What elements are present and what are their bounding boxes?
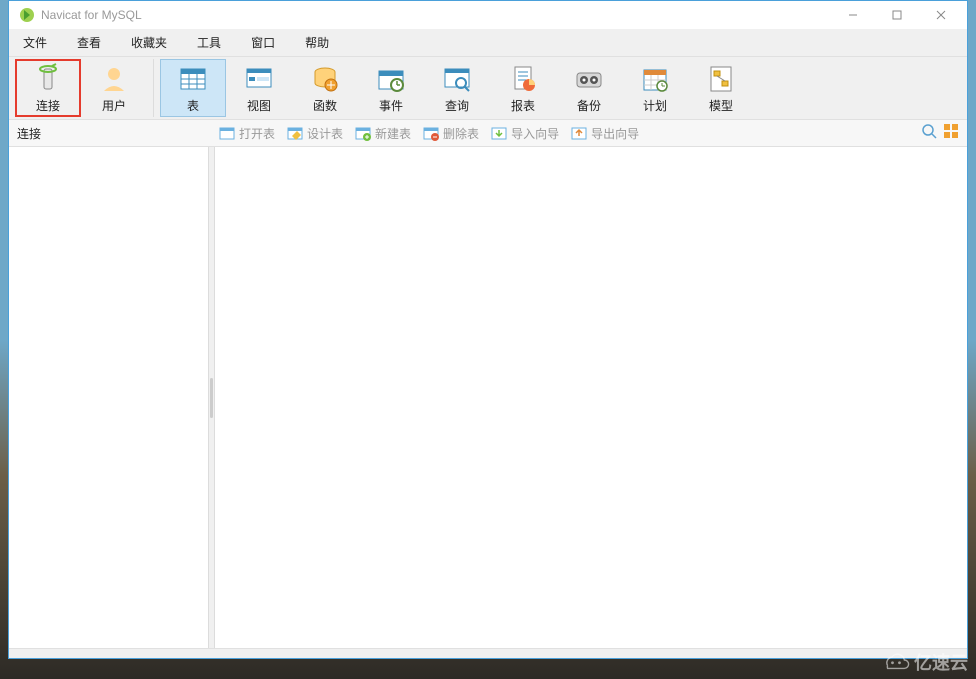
- event-button[interactable]: 事件: [358, 59, 424, 117]
- connection-tree[interactable]: [9, 147, 209, 648]
- app-window: Navicat for MySQL 文件 查看 收藏夹 工具 窗口 帮助 连接: [8, 0, 968, 659]
- import-wizard-action[interactable]: 导入向导: [487, 123, 563, 144]
- view-label: 视图: [247, 97, 271, 114]
- object-list[interactable]: [215, 147, 967, 648]
- new-table-action[interactable]: 新建表: [351, 123, 415, 144]
- export-icon: [571, 125, 587, 141]
- search-icon[interactable]: [921, 123, 937, 144]
- grid-view-icon[interactable]: [943, 123, 959, 144]
- user-button[interactable]: 用户: [81, 59, 147, 117]
- new-table-icon: [355, 125, 371, 141]
- tool-group-connection: 连接 用户: [9, 59, 154, 117]
- sub-left-label: 连接: [9, 125, 209, 142]
- window-controls: [831, 1, 963, 29]
- import-wizard-label: 导入向导: [511, 125, 559, 142]
- splitter[interactable]: [209, 147, 215, 648]
- report-label: 报表: [511, 97, 535, 114]
- event-label: 事件: [379, 97, 403, 114]
- function-button[interactable]: 函数: [292, 59, 358, 117]
- watermark-text: 亿速云: [914, 649, 968, 675]
- open-table-action[interactable]: 打开表: [215, 123, 279, 144]
- minimize-button[interactable]: [831, 1, 875, 29]
- connect-icon: [32, 63, 64, 95]
- delete-table-label: 删除表: [443, 125, 479, 142]
- design-table-action[interactable]: 设计表: [283, 123, 347, 144]
- backup-button[interactable]: 备份: [556, 59, 622, 117]
- tool-group-objects: 表 视图 函数 事件: [154, 59, 760, 117]
- maximize-button[interactable]: [875, 1, 919, 29]
- sub-right-tools: [913, 123, 967, 144]
- user-icon: [98, 63, 130, 95]
- table-button[interactable]: 表: [160, 59, 226, 117]
- delete-table-icon: [423, 125, 439, 141]
- window-title: Navicat for MySQL: [41, 8, 831, 22]
- new-table-label: 新建表: [375, 125, 411, 142]
- menu-window[interactable]: 窗口: [245, 30, 281, 55]
- open-table-label: 打开表: [239, 125, 275, 142]
- connect-button[interactable]: 连接: [15, 59, 81, 117]
- connect-label: 连接: [36, 97, 60, 114]
- menu-favorites[interactable]: 收藏夹: [125, 30, 173, 55]
- model-label: 模型: [709, 97, 733, 114]
- view-button[interactable]: 视图: [226, 59, 292, 117]
- report-icon: [507, 63, 539, 95]
- function-icon: [309, 63, 341, 95]
- model-icon: [705, 63, 737, 95]
- table-icon: [177, 63, 209, 95]
- user-label: 用户: [102, 97, 126, 114]
- report-button[interactable]: 报表: [490, 59, 556, 117]
- sub-toolbar: 连接 打开表 设计表 新建表 删除表 导入向导: [9, 119, 967, 147]
- sub-actions: 打开表 设计表 新建表 删除表 导入向导 导出向导: [209, 123, 913, 144]
- backup-icon: [573, 63, 605, 95]
- main-toolbar: 连接 用户 表 视图: [9, 57, 967, 119]
- content-area: [9, 147, 967, 648]
- model-button[interactable]: 模型: [688, 59, 754, 117]
- table-label: 表: [187, 97, 199, 114]
- design-table-icon: [287, 125, 303, 141]
- query-label: 查询: [445, 97, 469, 114]
- delete-table-action[interactable]: 删除表: [419, 123, 483, 144]
- app-icon: [19, 7, 35, 23]
- watermark: 亿速云: [882, 649, 968, 675]
- query-icon: [441, 63, 473, 95]
- function-label: 函数: [313, 97, 337, 114]
- watermark-icon: [882, 653, 910, 671]
- schedule-icon: [639, 63, 671, 95]
- export-wizard-action[interactable]: 导出向导: [567, 123, 643, 144]
- status-bar: [9, 648, 967, 658]
- query-button[interactable]: 查询: [424, 59, 490, 117]
- design-table-label: 设计表: [307, 125, 343, 142]
- schedule-button[interactable]: 计划: [622, 59, 688, 117]
- menu-tools[interactable]: 工具: [191, 30, 227, 55]
- menu-view[interactable]: 查看: [71, 30, 107, 55]
- schedule-label: 计划: [643, 97, 667, 114]
- title-bar: Navicat for MySQL: [9, 1, 967, 29]
- menu-file[interactable]: 文件: [17, 30, 53, 55]
- view-icon: [243, 63, 275, 95]
- open-table-icon: [219, 125, 235, 141]
- menu-help[interactable]: 帮助: [299, 30, 335, 55]
- event-icon: [375, 63, 407, 95]
- menu-bar: 文件 查看 收藏夹 工具 窗口 帮助: [9, 29, 967, 57]
- backup-label: 备份: [577, 97, 601, 114]
- import-icon: [491, 125, 507, 141]
- export-wizard-label: 导出向导: [591, 125, 639, 142]
- close-button[interactable]: [919, 1, 963, 29]
